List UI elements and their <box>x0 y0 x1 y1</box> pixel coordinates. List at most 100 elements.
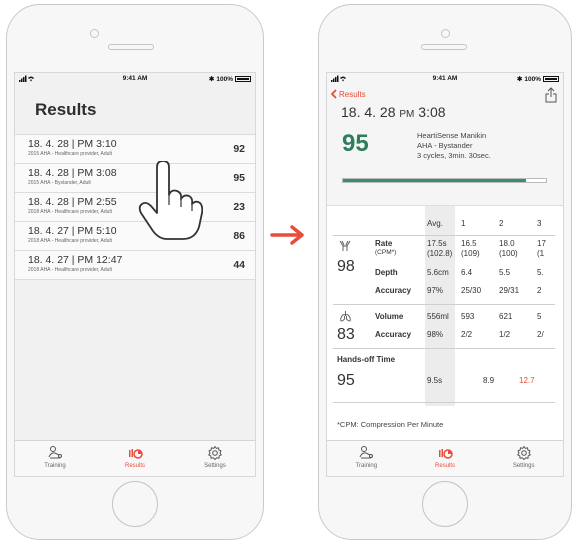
tab-training[interactable]: Training <box>327 441 406 476</box>
hands-off-score: 95 <box>337 372 355 389</box>
back-label: Results <box>339 89 366 99</box>
back-button[interactable]: Results <box>331 89 366 99</box>
home-button[interactable] <box>422 481 468 527</box>
results-icon <box>129 449 143 459</box>
compression-accuracy-cycle-3: 2 <box>537 286 542 295</box>
rate-avg-cpm: (102.8) <box>427 249 453 258</box>
result-score: 23 <box>233 201 245 213</box>
tab-bar: Training Results Settings <box>327 440 563 476</box>
divider <box>333 304 555 305</box>
training-icon <box>48 446 62 459</box>
breathing-accuracy-cycle-1: 2/2 <box>461 330 473 339</box>
arrow-right-icon <box>270 225 304 245</box>
tab-label: Training <box>44 463 66 469</box>
chevron-left-icon <box>331 89 337 99</box>
volume-cycle-3: 5 <box>537 312 542 321</box>
result-score: 92 <box>233 143 245 155</box>
result-row[interactable]: 18. 4. 28 | PM 3:10 2015 AHA - Healthcar… <box>15 135 255 164</box>
detail-table: Avg. 1 2 3 98 Rate (CPM*) 17.5s (102.8) … <box>327 205 563 440</box>
tab-label: Results <box>435 463 456 469</box>
tab-bar: Training Results Settings <box>15 440 255 476</box>
compression-accuracy-cycle-1: 25/30 <box>461 286 482 295</box>
speaker-grille <box>108 44 154 50</box>
result-datetime: 18. 4. 27 | PM 12:47 <box>28 254 123 266</box>
phone-frame-left: 9:41 AM ✱ 100% Results 18. 4. 28 | PM 3:1… <box>6 4 264 540</box>
depth-avg: 5.6cm <box>427 268 449 277</box>
camera-icon <box>441 29 450 38</box>
bluetooth-icon: ✱ <box>516 76 523 83</box>
device-info: HeartiSense Manikin AHA - Bystander 3 cy… <box>417 131 491 161</box>
battery-percent: 100% <box>216 75 233 83</box>
header-avg: Avg. <box>427 219 443 228</box>
volume-cycle-2: 621 <box>499 312 513 321</box>
header-cycle-3: 3 <box>537 219 542 228</box>
breathing-accuracy-cycle-3: 2/ <box>537 330 544 339</box>
battery-percent: 100% <box>524 75 541 83</box>
rate-cycle-1: 16.5 <box>461 239 477 248</box>
tab-label: Settings <box>512 463 535 469</box>
total-score: 95 <box>342 130 369 157</box>
compression-score: 98 <box>337 258 355 275</box>
rate-cycle-3-cpm: (1 <box>537 249 545 258</box>
volume-label: Volume <box>375 312 404 321</box>
header-cycle-2: 2 <box>499 219 504 228</box>
rate-cycle-2: 18.0 <box>499 239 515 248</box>
divider <box>333 348 555 349</box>
rate-avg: 17.5s <box>427 239 447 248</box>
breathing-accuracy-label: Accuracy <box>375 330 412 339</box>
results-list: 18. 4. 28 | PM 3:10 2015 AHA - Healthcar… <box>15 134 255 280</box>
header-cycle-1: 1 <box>461 219 466 228</box>
depth-label: Depth <box>375 268 398 277</box>
guideline-name: AHA - Bystander <box>417 141 473 150</box>
camera-icon <box>90 29 99 38</box>
result-row[interactable]: 18. 4. 27 | PM 12:47 2018 AHA - Healthca… <box>15 251 255 280</box>
tab-settings[interactable]: Settings <box>484 441 563 476</box>
share-icon[interactable] <box>545 87 557 103</box>
results-icon <box>439 449 453 459</box>
breathing-accuracy-cycle-2: 1/2 <box>499 330 511 339</box>
hands-off-value-1: 8.9 <box>483 376 495 385</box>
hands-off-value-2: 12.7 <box>519 376 535 385</box>
date-pm: PM <box>399 109 415 120</box>
result-datetime: 18. 4. 28 | PM 3:10 <box>28 138 117 150</box>
tab-training[interactable]: Training <box>15 441 95 476</box>
rate-label: Rate <box>375 239 393 248</box>
training-icon <box>359 446 374 459</box>
result-row[interactable]: 18. 4. 27 | PM 5:10 2018 AHA - Healthcar… <box>15 222 255 251</box>
breathing-accuracy-avg: 98% <box>427 330 444 339</box>
breathing-score: 83 <box>337 326 355 343</box>
device-name: HeartiSense Manikin <box>417 131 487 140</box>
rate-cycle-1-cpm: (109) <box>461 249 480 258</box>
tab-label: Results <box>124 463 145 469</box>
date-value: 18. 4. 28 <box>341 104 396 120</box>
result-detail-screen: 9:41 AM ✱ 100% Results 18. 4. 28 PM 3:08 … <box>326 72 564 477</box>
hands-off-label: Hands-off Time <box>337 355 396 364</box>
depth-cycle-3: 5. <box>537 268 544 277</box>
result-row[interactable]: 18. 4. 28 | PM 2:55 2018 AHA - Healthcar… <box>15 193 255 222</box>
speaker-grille <box>421 44 467 50</box>
rate-cycle-2-cpm: (100) <box>499 249 518 258</box>
page-title: Results <box>35 100 97 119</box>
hands-off-avg: 9.5s <box>427 376 443 385</box>
result-description: 2015 AHA - Healthcare provider, Adult <box>28 151 112 157</box>
divider <box>333 402 555 403</box>
phone-frame-right: 9:41 AM ✱ 100% Results 18. 4. 28 PM 3:08 … <box>318 4 572 540</box>
results-list-screen: 9:41 AM ✱ 100% Results 18. 4. 28 | PM 3:1… <box>14 72 256 477</box>
tab-results[interactable]: Results <box>95 441 175 476</box>
footnote: *CPM: Compression Per Minute <box>337 420 444 429</box>
progress-fill <box>343 179 526 182</box>
result-score: 95 <box>233 172 245 184</box>
compression-hands-icon <box>339 240 351 251</box>
detail-date: 18. 4. 28 PM 3:08 <box>341 104 563 124</box>
tab-results[interactable]: Results <box>406 441 485 476</box>
status-bar: 9:41 AM ✱ 100% <box>327 73 563 86</box>
status-bar: 9:41 AM ✱ 100% <box>15 73 255 86</box>
navigation-bar: Results <box>327 86 563 104</box>
result-score: 44 <box>233 259 245 271</box>
rate-cycle-3: 17 <box>537 239 546 248</box>
depth-cycle-1: 6.4 <box>461 268 473 277</box>
tab-settings[interactable]: Settings <box>175 441 255 476</box>
home-button[interactable] <box>112 481 158 527</box>
result-row[interactable]: 18. 4. 28 | PM 3:08 2015 AHA - Bystander… <box>15 164 255 193</box>
compression-accuracy-avg: 97% <box>427 286 444 295</box>
